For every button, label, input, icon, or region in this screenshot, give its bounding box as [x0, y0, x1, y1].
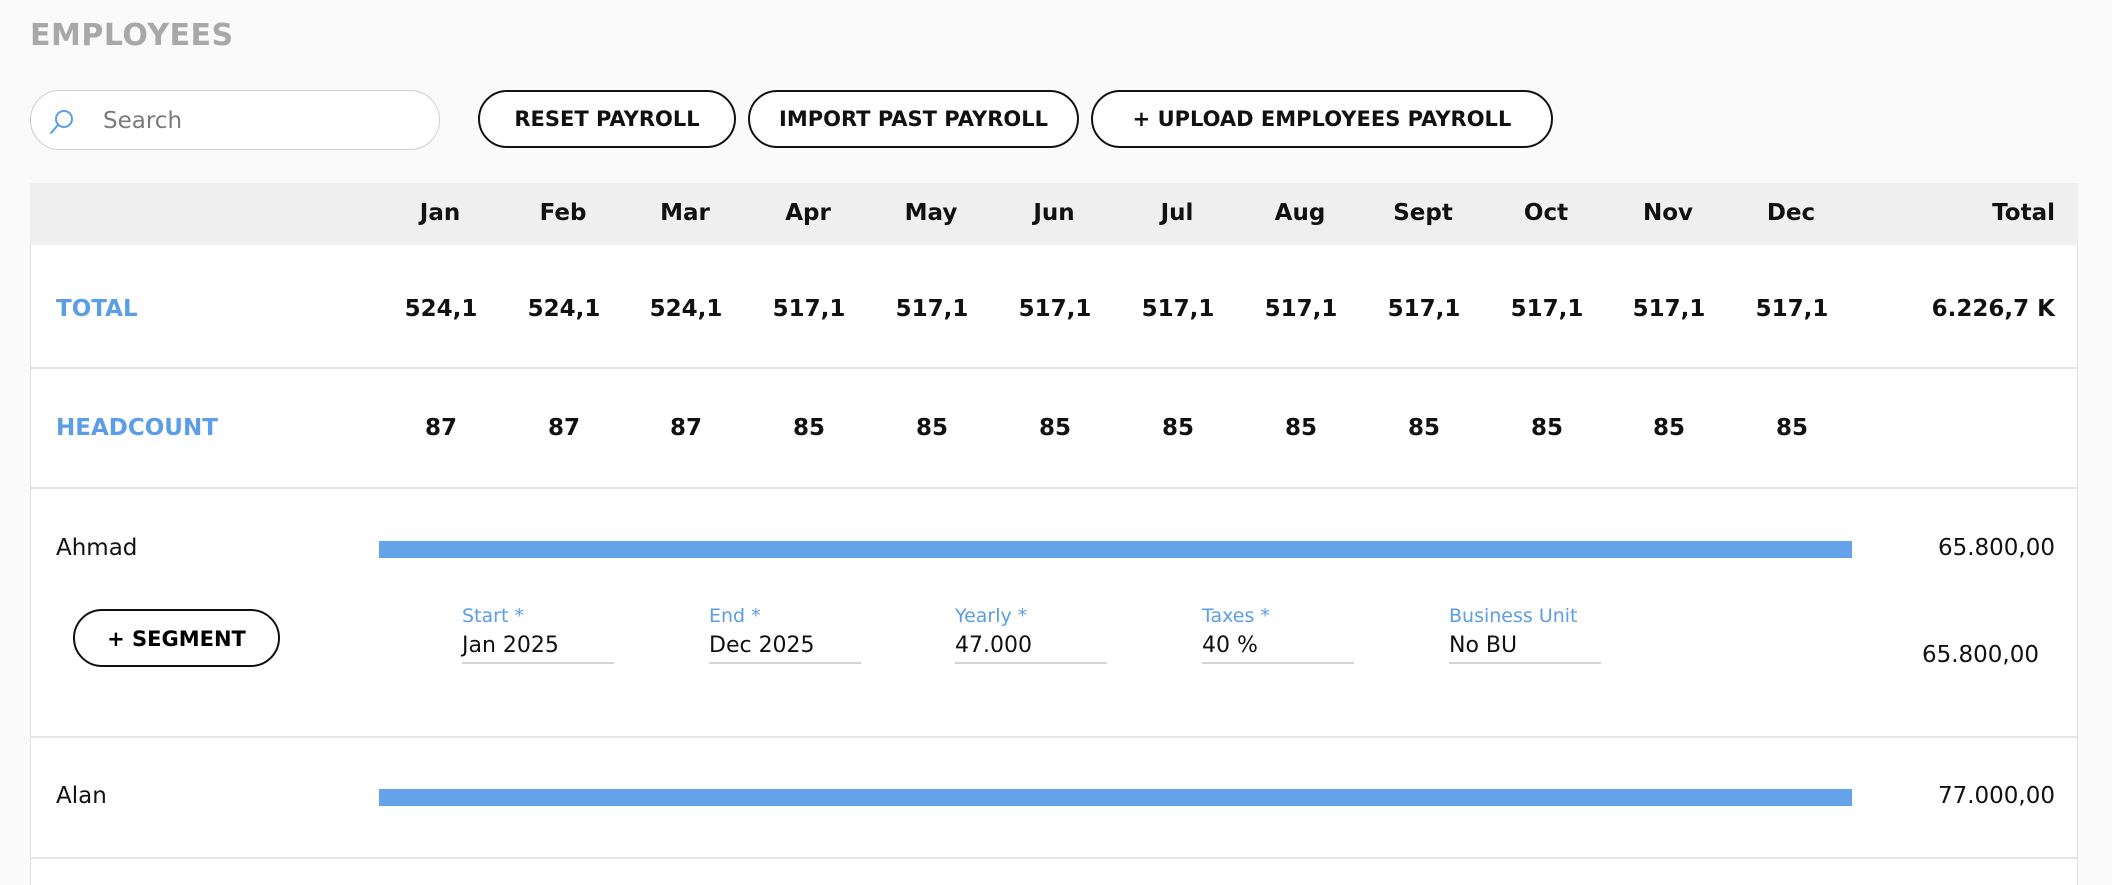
month-header: Jan	[419, 200, 461, 226]
employment-period-bar[interactable]	[379, 789, 1852, 806]
employee-amount: 77.000,00	[1937, 783, 2055, 809]
segment-business-unit-field[interactable]: Business Unit No BU	[1449, 605, 1601, 664]
segment-yearly-field[interactable]: Yearly * 47.000	[955, 605, 1107, 664]
employee-name[interactable]: Ahmad	[56, 535, 137, 561]
headcount-cell: 85	[1161, 415, 1194, 441]
headcount-cell: 85	[1407, 415, 1440, 441]
total-header: Total	[1992, 200, 2055, 226]
employee-amount: 65.800,00	[1937, 535, 2055, 561]
table-header: Jan Feb Mar Apr May Jun Jul Aug Sept Oct…	[30, 183, 2078, 245]
total-cell: 517,1	[1141, 296, 1215, 322]
total-cell: 517,1	[1387, 296, 1461, 322]
total-cell: 524,1	[527, 296, 601, 322]
row-divider	[31, 736, 2077, 738]
headcount-cell: 87	[424, 415, 457, 441]
month-header: Apr	[785, 200, 831, 226]
month-header: Mar	[660, 200, 710, 226]
total-cell: 517,1	[1264, 296, 1338, 322]
search-input[interactable]	[101, 103, 425, 139]
business-unit-select[interactable]: No BU	[1449, 633, 1601, 664]
search-box[interactable]	[30, 90, 440, 150]
row-divider	[31, 857, 2077, 859]
row-divider	[31, 367, 2077, 369]
employment-period-bar[interactable]	[379, 541, 1852, 558]
headcount-cell: 85	[792, 415, 825, 441]
month-header: Feb	[539, 200, 587, 226]
grand-total: 6.226,7 K	[1931, 296, 2055, 322]
employee-name[interactable]: Alan	[56, 783, 107, 809]
month-header: May	[904, 200, 958, 226]
search-icon	[50, 110, 73, 134]
row-divider	[31, 487, 2077, 489]
headcount-cell: 85	[915, 415, 948, 441]
field-label: Taxes *	[1202, 605, 1270, 627]
headcount-row-label: HEADCOUNT	[56, 415, 218, 441]
total-cell: 517,1	[772, 296, 846, 322]
month-header: Dec	[1766, 200, 1816, 226]
page-title: EMPLOYEES	[30, 18, 234, 53]
field-label: Yearly *	[955, 605, 1028, 627]
headcount-cell: 85	[1652, 415, 1685, 441]
segment-start-field[interactable]: Start * Jan 2025	[462, 605, 614, 664]
month-header: Aug	[1274, 200, 1326, 226]
headcount-cell: 87	[669, 415, 702, 441]
field-label: Business Unit	[1449, 605, 1578, 627]
field-label: End *	[709, 605, 761, 627]
month-header: Jul	[1160, 200, 1194, 226]
headcount-cell: 85	[1038, 415, 1071, 441]
total-cell: 524,1	[649, 296, 723, 322]
total-cell: 517,1	[1510, 296, 1584, 322]
import-past-payroll-button[interactable]: IMPORT PAST PAYROLL	[748, 90, 1079, 148]
total-cell: 524,1	[404, 296, 478, 322]
headcount-cell: 87	[547, 415, 580, 441]
upload-employees-payroll-button[interactable]: + UPLOAD EMPLOYEES PAYROLL	[1091, 90, 1553, 148]
segment-amount: 65.800,00	[1921, 642, 2039, 668]
month-header: Sept	[1393, 200, 1453, 226]
headcount-cell: 85	[1530, 415, 1563, 441]
taxes-input[interactable]: 40 %	[1202, 633, 1354, 664]
segment-taxes-field[interactable]: Taxes * 40 %	[1202, 605, 1354, 664]
total-cell: 517,1	[1018, 296, 1092, 322]
month-header: Oct	[1523, 200, 1569, 226]
add-segment-button[interactable]: + SEGMENT	[73, 609, 280, 667]
reset-payroll-button[interactable]: RESET PAYROLL	[478, 90, 736, 148]
total-row-label: TOTAL	[56, 296, 138, 322]
total-cell: 517,1	[895, 296, 969, 322]
month-header: Jun	[1033, 200, 1075, 226]
segment-end-field[interactable]: End * Dec 2025	[709, 605, 861, 664]
field-label: Start *	[462, 605, 524, 627]
yearly-input[interactable]: 47.000	[955, 633, 1107, 664]
start-input[interactable]: Jan 2025	[462, 633, 614, 664]
total-cell: 517,1	[1632, 296, 1706, 322]
end-input[interactable]: Dec 2025	[709, 633, 861, 664]
month-header: Nov	[1642, 200, 1694, 226]
payroll-table: TOTAL 524,1 524,1 524,1 517,1 517,1 517,…	[30, 245, 2078, 885]
headcount-cell: 85	[1775, 415, 1808, 441]
total-cell: 517,1	[1755, 296, 1829, 322]
headcount-cell: 85	[1284, 415, 1317, 441]
